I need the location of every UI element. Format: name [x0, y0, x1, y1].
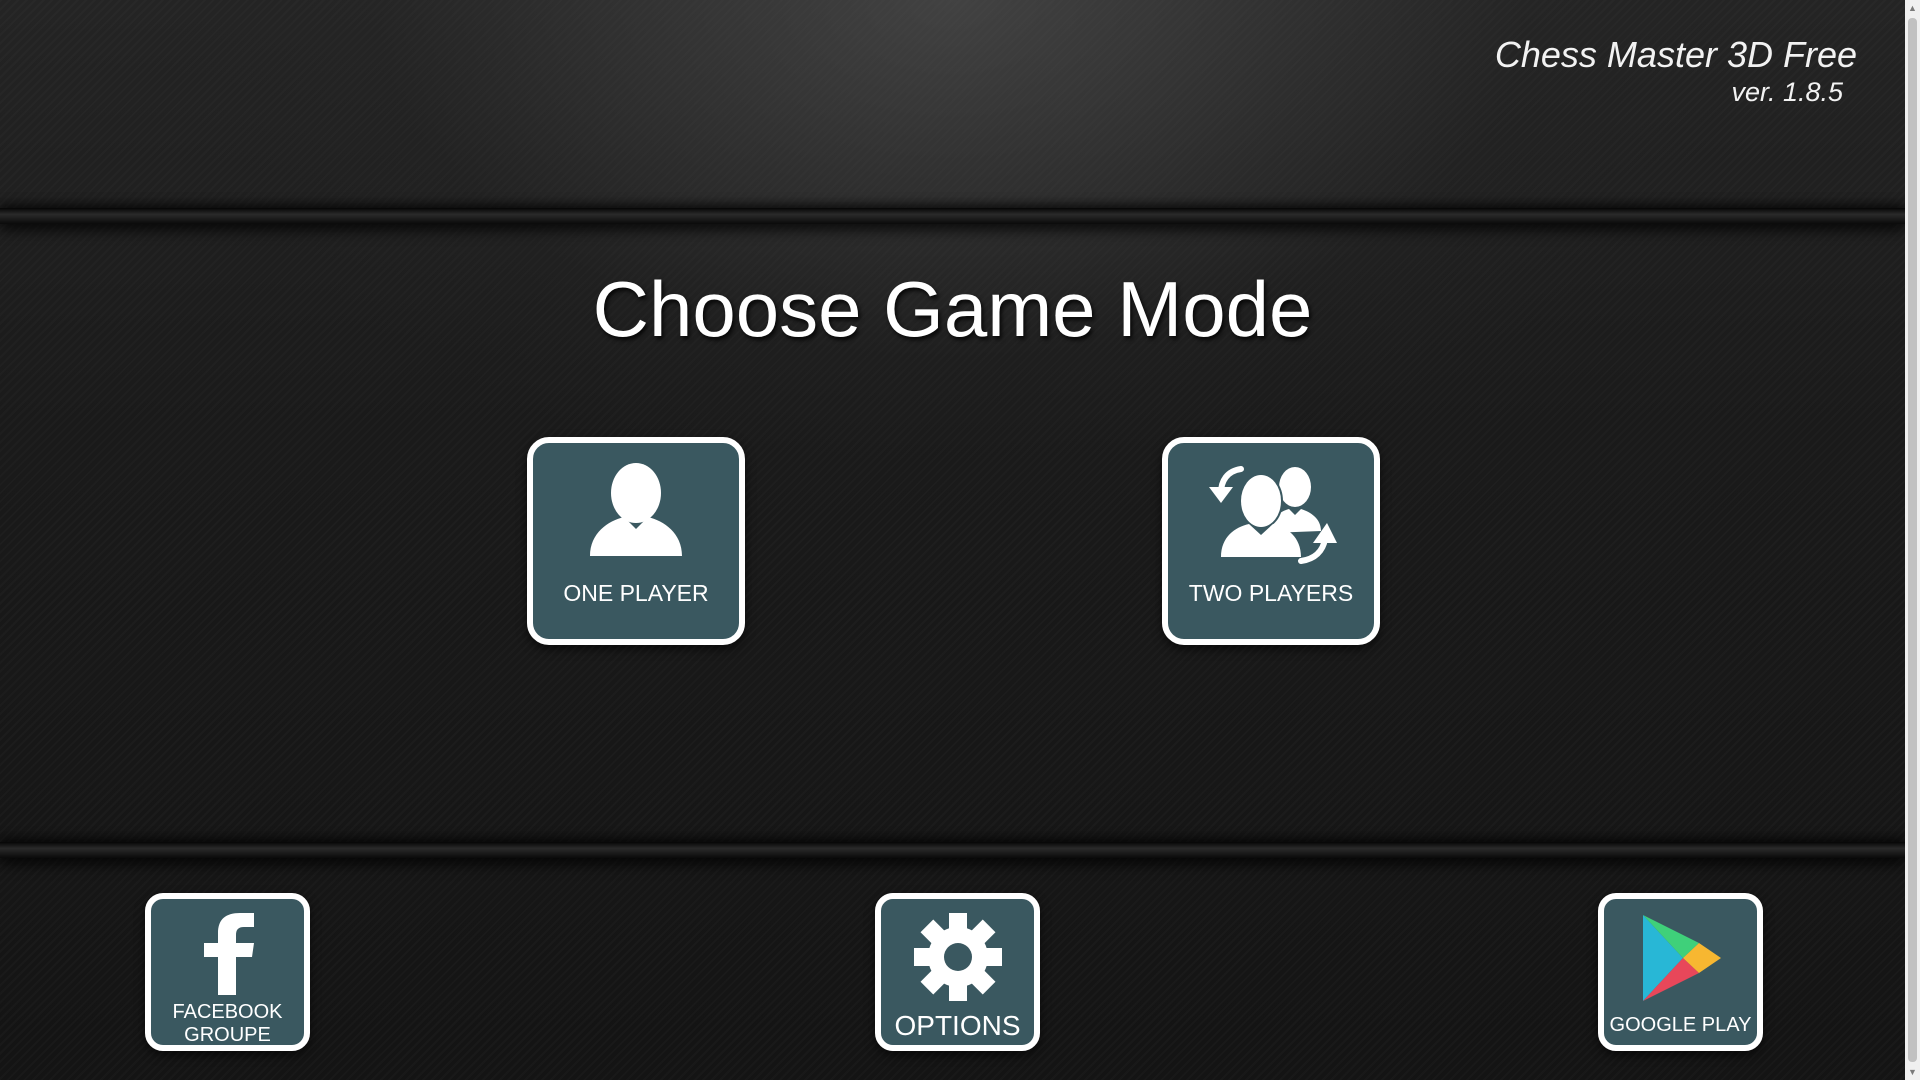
one-player-button[interactable]: ONE PLAYER: [527, 437, 745, 645]
app-title-block: Chess Master 3D Free ver. 1.8.5: [1495, 34, 1857, 108]
bottom-divider-band: [0, 842, 1905, 858]
two-players-button[interactable]: TWO PLAYERS: [1162, 437, 1380, 645]
google-play-icon: [1642, 915, 1721, 1001]
page-title: Choose Game Mode: [592, 265, 1313, 353]
scroll-up-icon[interactable]: ▲: [1905, 0, 1920, 16]
app-title: Chess Master 3D Free: [1494, 34, 1857, 75]
options-button[interactable]: OPTIONS: [875, 893, 1040, 1051]
google-play-label: GOOGLE PLAY: [1609, 1014, 1752, 1036]
top-divider-band: [0, 208, 1905, 224]
single-user-icon: [590, 463, 682, 556]
scroll-down-icon[interactable]: ▼: [1905, 1064, 1920, 1080]
two-players-label: TWO PLAYERS: [1188, 580, 1354, 606]
options-label: OPTIONS: [894, 1010, 1021, 1041]
game-screen: Chess Master 3D Free ver. 1.8.5 Choose G…: [0, 0, 1905, 1080]
gear-icon: [913, 913, 1002, 1001]
facebook-group-button[interactable]: FACEBOOK GROUPE: [145, 893, 310, 1051]
two-users-swap-icon: [1209, 466, 1337, 564]
google-play-button[interactable]: GOOGLE PLAY: [1598, 893, 1763, 1051]
facebook-group-label: FACEBOOK GROUPE: [172, 1001, 283, 1046]
one-player-label: ONE PLAYER: [563, 580, 709, 606]
facebook-icon: [203, 913, 254, 995]
vertical-scrollbar[interactable]: ▲ ▼: [1905, 0, 1920, 1080]
app-version: ver. 1.8.5: [1731, 77, 1843, 107]
scroll-thumb[interactable]: [1908, 18, 1917, 1062]
